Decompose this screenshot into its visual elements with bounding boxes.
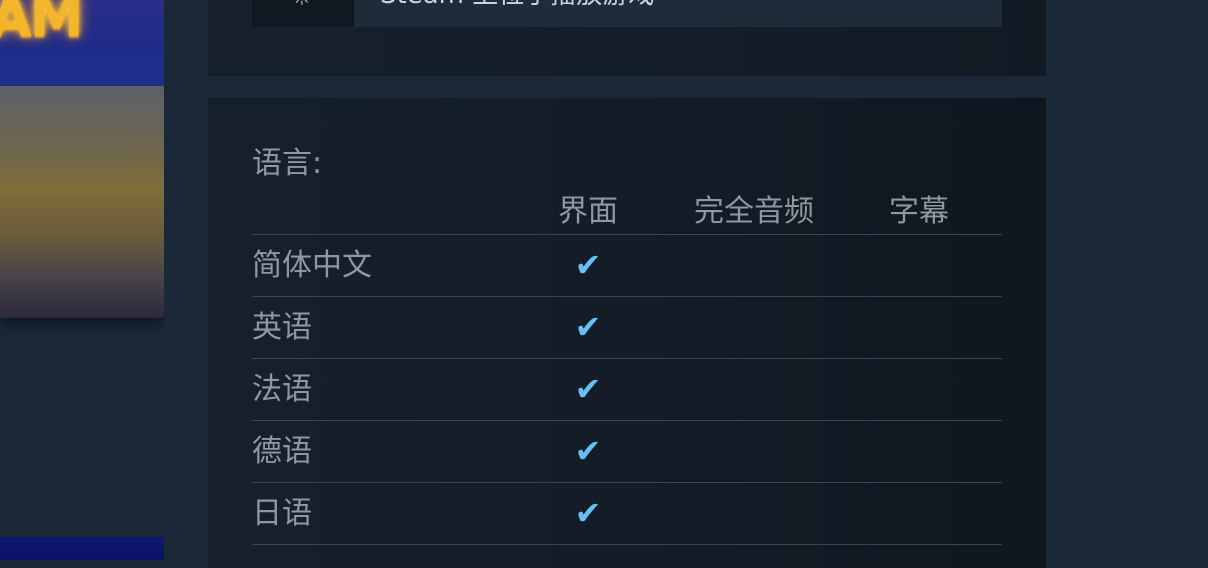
column-header-full-audio: 完全音频: [694, 194, 814, 229]
language-row: 简体中文 ✔: [252, 235, 1002, 297]
language-name: 日语: [252, 496, 312, 531]
promo-banner-image[interactable]: [0, 86, 164, 318]
language-row: 德语 ✔: [252, 421, 1002, 483]
interface-check-icon: ✔: [574, 432, 602, 470]
language-name: 简体中文: [252, 248, 372, 283]
feature-item[interactable]: Steam 上位于播放游戏: [354, 0, 1002, 27]
language-row: 法语 ✔: [252, 359, 1002, 421]
language-name: 英语: [252, 310, 312, 345]
languages-title: 语言:: [252, 146, 323, 181]
features-panel: ☼ Steam 上位于播放游戏: [208, 0, 1046, 76]
feature-icon: ☼: [292, 0, 312, 10]
language-name: 德语: [252, 434, 312, 469]
feature-icon-box: ☼: [252, 0, 354, 27]
left-promo-column: AM: [0, 0, 164, 560]
column-header-subtitles: 字幕: [889, 194, 949, 229]
feature-label: Steam 上位于播放游戏: [380, 0, 654, 10]
language-row: 日语 ✔: [252, 483, 1002, 545]
language-name: 法语: [252, 372, 312, 407]
promo-logo: AM: [0, 0, 84, 49]
promo-banner-bottom[interactable]: [0, 537, 164, 560]
interface-check-icon: ✔: [574, 370, 602, 408]
promo-banner-top[interactable]: AM: [0, 0, 164, 86]
language-row: 英语 ✔: [252, 297, 1002, 359]
languages-panel: 语言: 界面 完全音频 字幕 简体中文 ✔ 英语 ✔ 法语 ✔ 德语 ✔ 日语 …: [208, 98, 1046, 568]
languages-header-row: 界面 完全音频 字幕: [252, 190, 1002, 235]
column-header-interface: 界面: [558, 194, 618, 229]
languages-table: 界面 完全音频 字幕 简体中文 ✔ 英语 ✔ 法语 ✔ 德语 ✔ 日语 ✔: [252, 190, 1002, 545]
interface-check-icon: ✔: [574, 308, 602, 346]
interface-check-icon: ✔: [574, 246, 602, 284]
interface-check-icon: ✔: [574, 494, 602, 532]
